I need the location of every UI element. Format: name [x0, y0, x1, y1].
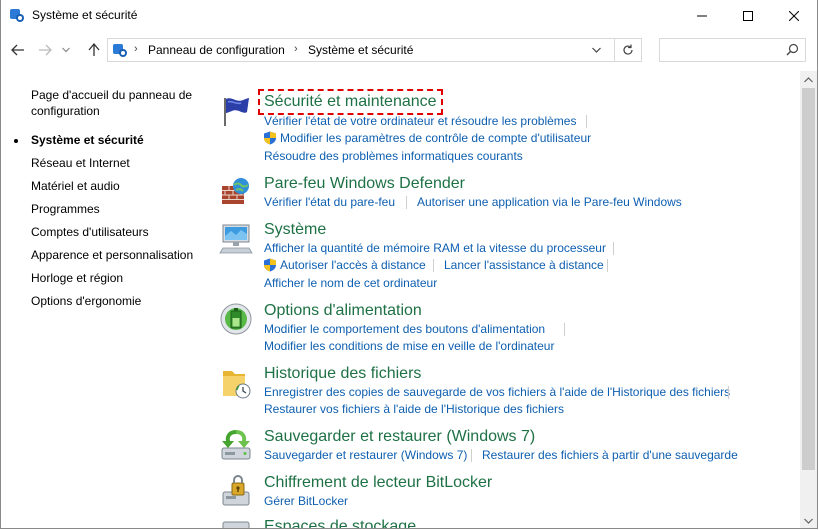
refresh-button[interactable]: [614, 39, 641, 61]
nav-control-panel-home[interactable]: Page d'accueil du panneau de configurati…: [31, 87, 206, 119]
link-allow-remote-access[interactable]: Autoriser l'accès à distance: [280, 258, 426, 272]
current-page-bullet: [14, 139, 18, 143]
section-title-file-history[interactable]: Historique des fichiers: [264, 365, 421, 383]
flag-icon[interactable]: [219, 94, 253, 128]
nav-system-security[interactable]: Système et sécurité: [31, 132, 206, 148]
nav-programs[interactable]: Programmes: [31, 201, 206, 217]
section-title-backup-restore[interactable]: Sauvegarder et restaurer (Windows 7): [264, 428, 535, 446]
breadcrumb-control-panel[interactable]: Panneau de configuration: [148, 43, 285, 57]
close-icon: [789, 10, 799, 21]
chevron-down-icon: [591, 47, 601, 53]
search-input[interactable]: [664, 42, 783, 60]
bitlocker-icon[interactable]: [219, 474, 253, 508]
link-restore-from-backup[interactable]: Restaurer des fichiers à partir d'une sa…: [482, 448, 738, 462]
link-separator: [406, 196, 407, 209]
control-panel-icon: [10, 9, 24, 22]
maximize-button[interactable]: [725, 0, 771, 31]
link-ram-processor[interactable]: Afficher la quantité de mémoire RAM et l…: [264, 241, 606, 255]
navigation-bar: › Panneau de configuration › Système et …: [1, 31, 817, 71]
scroll-down-button[interactable]: [800, 512, 817, 528]
section-title-firewall[interactable]: Pare-feu Windows Defender: [264, 175, 465, 193]
link-computer-name[interactable]: Afficher le nom de cet ordinateur: [264, 276, 437, 290]
up-button[interactable]: [84, 39, 104, 61]
link-manage-bitlocker[interactable]: Gérer BitLocker: [264, 494, 348, 508]
scroll-up-button[interactable]: [800, 71, 817, 88]
nav-appearance[interactable]: Apparence et personnalisation: [31, 247, 206, 263]
link-save-backup-copies[interactable]: Enregistrer des copies de sauvegarde de …: [264, 385, 730, 399]
recent-locations-button[interactable]: [59, 39, 73, 61]
link-separator: [613, 242, 614, 255]
control-panel-window: Système et sécurité › Panneau de configu…: [0, 0, 818, 529]
vertical-scrollbar[interactable]: [800, 71, 817, 528]
minimize-button[interactable]: [679, 0, 725, 31]
nav-clock-region[interactable]: Horloge et région: [31, 270, 206, 286]
computer-icon[interactable]: [219, 221, 253, 255]
link-power-buttons[interactable]: Modifier le comportement des boutons d'a…: [264, 322, 545, 336]
search-icon: [786, 43, 799, 56]
window-title: Système et sécurité: [32, 8, 138, 22]
link-separator: [728, 386, 729, 399]
link-separator: [607, 259, 608, 272]
control-panel-icon: [113, 44, 127, 57]
address-dropdown-button[interactable]: [584, 39, 607, 61]
link-separator: [564, 323, 565, 336]
link-restore-files-history[interactable]: Restaurer vos fichiers à l'aide de l'His…: [264, 402, 564, 416]
section-title-system[interactable]: Système: [264, 221, 326, 239]
refresh-icon: [623, 44, 633, 55]
link-remote-assistance[interactable]: Lancer l'assistance à distance: [444, 258, 604, 272]
address-bar[interactable]: › Panneau de configuration › Système et …: [107, 38, 642, 62]
firewall-icon[interactable]: [219, 176, 253, 210]
link-backup-restore-w7[interactable]: Sauvegarder et restaurer (Windows 7): [264, 448, 467, 462]
link-sleep-settings[interactable]: Modifier les conditions de mise en veill…: [264, 339, 554, 353]
breadcrumb-separator[interactable]: ›: [294, 43, 298, 55]
link-check-computer-status[interactable]: Vérifier l'état de votre ordinateur et r…: [264, 114, 576, 128]
title-bar[interactable]: Système et sécurité: [1, 0, 817, 31]
minimize-icon: [697, 15, 707, 16]
link-firewall-status[interactable]: Vérifier l'état du pare-feu: [264, 195, 395, 209]
storage-spaces-icon[interactable]: [219, 518, 253, 529]
uac-shield-icon: [264, 131, 276, 145]
back-arrow-icon: [11, 44, 24, 56]
nav-network-internet[interactable]: Réseau et Internet: [31, 155, 206, 171]
link-uac-settings[interactable]: Modifier les paramètres de contrôle de c…: [280, 131, 591, 145]
section-title-storage-spaces[interactable]: Espaces de stockage: [264, 518, 416, 528]
link-separator: [586, 115, 587, 128]
link-allow-app-firewall[interactable]: Autoriser une application via le Pare-fe…: [417, 195, 682, 209]
link-separator: [471, 449, 472, 462]
link-troubleshoot[interactable]: Résoudre des problèmes informatiques cou…: [264, 149, 523, 163]
link-separator: [433, 259, 434, 272]
breadcrumb-separator[interactable]: ›: [134, 43, 138, 55]
up-arrow-icon: [88, 43, 100, 56]
back-button[interactable]: [8, 39, 28, 61]
nav-ease-of-access[interactable]: Options d'ergonomie: [31, 293, 206, 309]
forward-arrow-icon: [39, 44, 52, 56]
breadcrumb-system-security[interactable]: Système et sécurité: [308, 43, 413, 57]
nav-user-accounts[interactable]: Comptes d'utilisateurs: [31, 224, 206, 240]
search-box[interactable]: [659, 38, 806, 62]
section-title-bitlocker[interactable]: Chiffrement de lecteur BitLocker: [264, 474, 492, 492]
nav-hardware-sound[interactable]: Matériel et audio: [31, 178, 206, 194]
power-options-icon[interactable]: [219, 302, 253, 336]
uac-shield-icon: [264, 258, 276, 272]
forward-button[interactable]: [35, 39, 55, 61]
chevron-down-icon: [804, 518, 813, 524]
close-button[interactable]: [771, 0, 817, 31]
backup-restore-icon[interactable]: [219, 428, 253, 462]
section-title-power-options[interactable]: Options d'alimentation: [264, 302, 422, 320]
maximize-icon: [743, 10, 753, 21]
section-title-security-maintenance[interactable]: Sécurité et maintenance: [258, 89, 443, 115]
chevron-up-icon: [804, 76, 813, 82]
scrollbar-thumb[interactable]: [802, 88, 815, 470]
file-history-icon[interactable]: [219, 366, 253, 400]
chevron-down-icon: [62, 47, 70, 53]
